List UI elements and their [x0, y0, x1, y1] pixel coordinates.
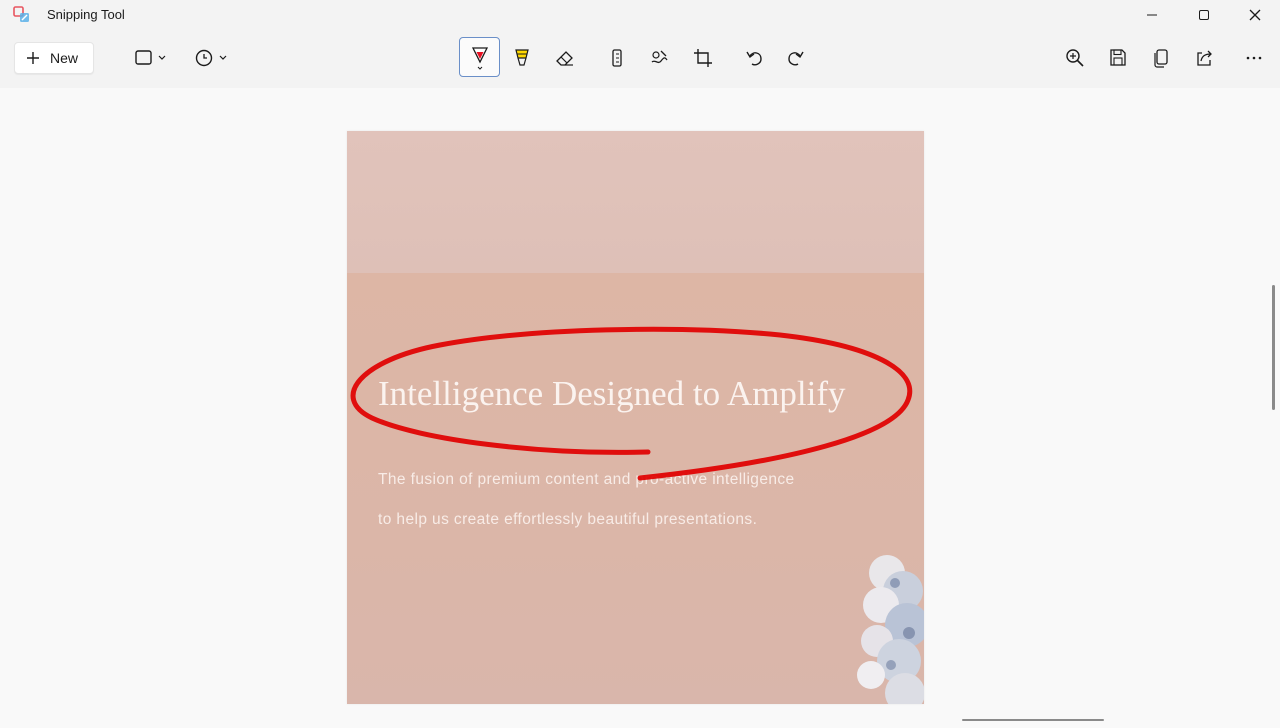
- snip-top-band: [347, 131, 924, 273]
- new-snip-button[interactable]: New: [14, 42, 94, 74]
- pen-icon: [471, 47, 488, 70]
- crop-button[interactable]: [689, 42, 717, 74]
- share-button[interactable]: [1190, 42, 1218, 74]
- close-button[interactable]: [1230, 0, 1280, 30]
- share-icon: [1197, 50, 1212, 66]
- maximize-button[interactable]: [1179, 0, 1229, 30]
- undo-button[interactable]: [740, 42, 768, 74]
- vertical-scrollbar[interactable]: [1272, 285, 1275, 410]
- copy-icon: [1154, 49, 1168, 68]
- title-bar: Snipping Tool: [0, 0, 1280, 30]
- zoom-button[interactable]: [1061, 42, 1089, 74]
- close-icon: [1249, 9, 1261, 21]
- new-snip-label: New: [50, 50, 79, 66]
- redo-icon: [788, 51, 804, 66]
- snip-body-line-2: to help us create effortlessly beautiful…: [378, 511, 758, 528]
- eraser-button[interactable]: [551, 42, 579, 74]
- eraser-icon: [556, 51, 573, 66]
- more-button[interactable]: [1240, 42, 1268, 74]
- flower-decoration: [857, 555, 924, 704]
- ruler-button[interactable]: [603, 42, 631, 74]
- highlighter-icon: [515, 49, 529, 66]
- highlighter-button[interactable]: [508, 42, 536, 74]
- crop-icon: [694, 49, 712, 67]
- ballpoint-pen-button[interactable]: [459, 37, 500, 77]
- delay-dropdown[interactable]: [190, 42, 232, 74]
- maximize-icon: [1199, 10, 1209, 20]
- more-icon: [1246, 56, 1262, 60]
- snipping-tool-app-icon: [13, 6, 29, 22]
- snip-headline: Intelligence Designed to Amplify: [378, 374, 846, 413]
- snip-mode-dropdown[interactable]: [130, 42, 172, 74]
- touch-writing-icon: [651, 50, 668, 64]
- window-title: Snipping Tool: [47, 7, 125, 22]
- redo-button[interactable]: [782, 42, 810, 74]
- minimize-icon: [1147, 14, 1157, 16]
- ruler-icon: [612, 49, 622, 67]
- clock-icon: [195, 49, 227, 67]
- snip-body-line-1: The fusion of premium content and pro-ac…: [378, 471, 795, 488]
- undo-icon: [746, 51, 762, 66]
- zoom-in-icon: [1066, 49, 1084, 67]
- copy-button[interactable]: [1147, 42, 1175, 74]
- minimize-button[interactable]: [1127, 0, 1177, 30]
- captured-snip[interactable]: Intelligence Designed to Amplify The fus…: [347, 131, 924, 704]
- horizontal-scrollbar[interactable]: [962, 719, 1104, 721]
- save-icon: [1110, 49, 1126, 66]
- save-button[interactable]: [1104, 42, 1132, 74]
- rectangle-icon: [135, 50, 166, 65]
- toolbar: New: [0, 30, 1280, 88]
- plus-icon: [27, 52, 39, 64]
- touch-writing-button[interactable]: [645, 42, 673, 74]
